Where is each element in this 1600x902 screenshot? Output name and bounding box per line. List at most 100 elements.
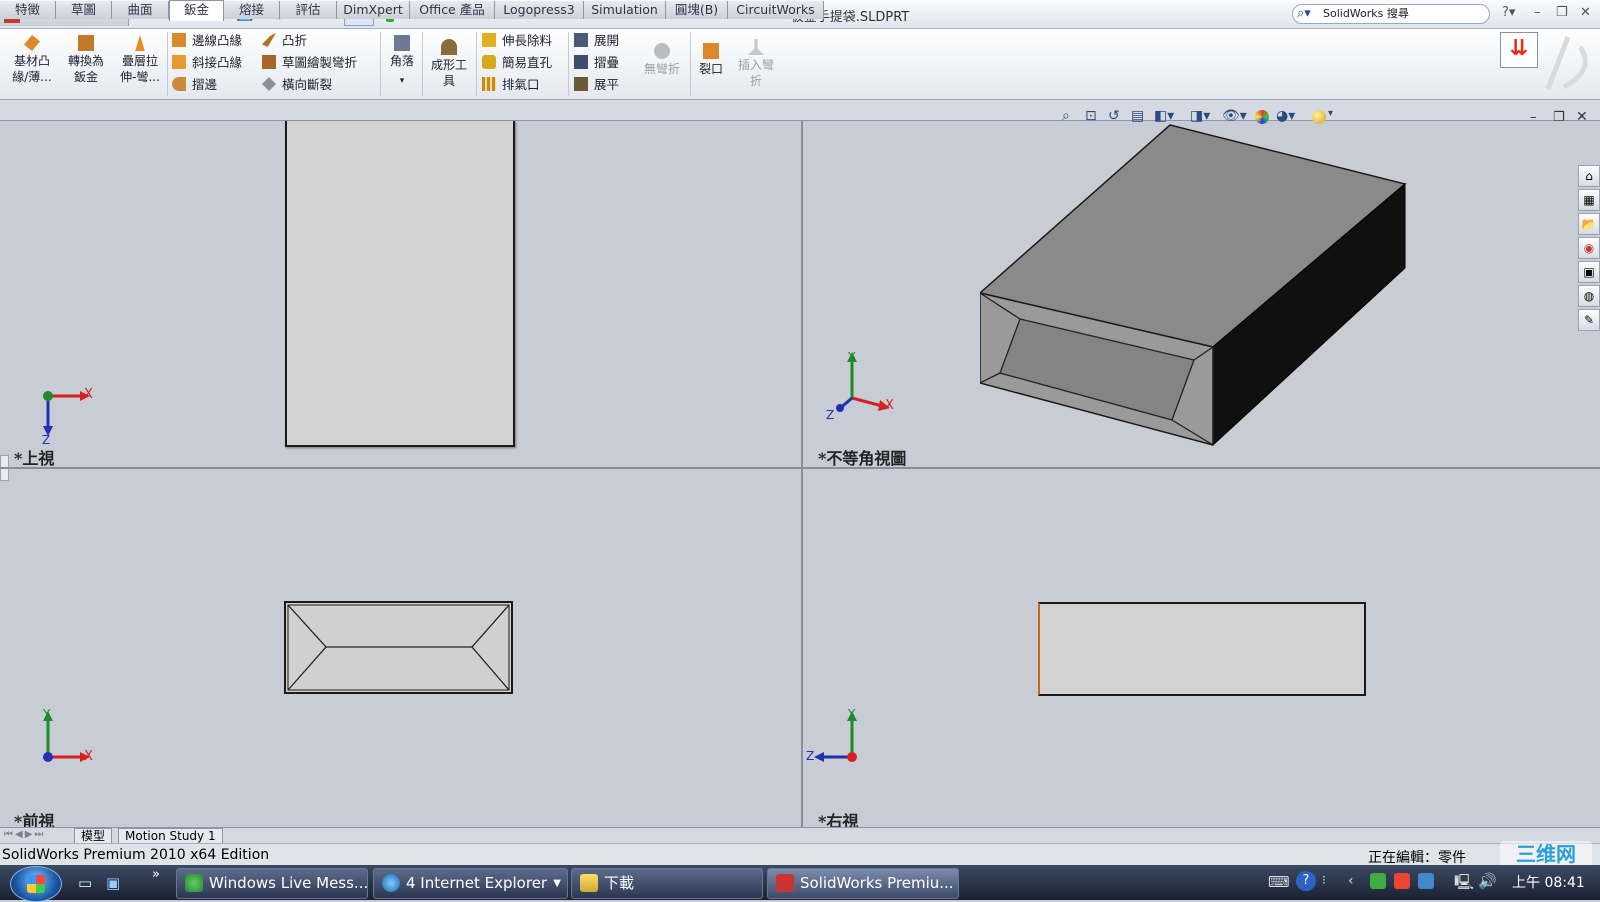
tab-scroll-arrows-icon[interactable]: ⏮◀▶⏭ (4, 829, 45, 840)
rip-button[interactable]: 裂口 (694, 37, 728, 77)
keyboard-icon[interactable]: ⌨ (1268, 873, 1290, 891)
search-results-icon[interactable]: ◉ (1578, 237, 1600, 259)
hem-button[interactable]: 摺邊 (172, 76, 242, 94)
design-library-icon[interactable]: ▦ (1578, 189, 1600, 211)
minimize-app-button[interactable]: – (1534, 5, 1541, 20)
insert-bends-button[interactable]: 插入彎 折 (734, 33, 778, 89)
fold-button[interactable]: 摺疊 (574, 54, 619, 72)
network-icon[interactable]: 🖳 (1454, 872, 1474, 897)
lofted-bend-icon (135, 35, 145, 51)
minimize-doc-button[interactable]: – (1530, 110, 1537, 125)
hem-icon (172, 77, 186, 91)
tab-sheet-metal[interactable]: 鈑金 (169, 0, 224, 21)
taskbar-item-label: SolidWorks Premiu... (800, 874, 954, 892)
flatten-label: 展平 (594, 77, 620, 92)
system-clock[interactable]: 上午 08:41 (1512, 872, 1585, 892)
base-flange-button[interactable]: 基材凸 緣/薄... (6, 29, 58, 85)
triad-z-label: Z (806, 749, 815, 763)
taskbar-item-label: Windows Live Mess... (209, 874, 368, 892)
help-tray-icon[interactable]: ? (1296, 871, 1316, 891)
file-explorer-icon[interactable]: 📂 (1578, 213, 1600, 235)
view-palette-icon[interactable]: ▣ (1578, 261, 1600, 283)
internet-explorer-icon (382, 874, 400, 892)
flatten-icon (574, 77, 588, 91)
restore-app-button[interactable]: ❐ (1556, 5, 1568, 20)
search-icon: ⌕▾ (1297, 6, 1311, 21)
tab-weldments[interactable]: 熔接 (224, 1, 280, 19)
corners-dropdown-icon[interactable]: ▾ (384, 73, 420, 89)
search-input[interactable]: SolidWorks 搜尋 (1323, 5, 1409, 23)
tab-simulation[interactable]: Simulation (584, 1, 666, 19)
status-editing-text: 正在編輯：零件 (1368, 850, 1466, 866)
lofted-bend-button[interactable]: 疊層拉 伸-彎... (114, 29, 166, 85)
extruded-cut-icon (482, 33, 496, 47)
unfold-button[interactable]: 展開 (574, 32, 619, 50)
restore-doc-button[interactable]: ❐ (1553, 110, 1565, 125)
tray-app-icon[interactable] (1418, 873, 1434, 889)
flatten-button[interactable]: 展平 (574, 76, 619, 94)
forming-tool-icon (441, 39, 457, 55)
extruded-cut-label: 伸長除料 (502, 33, 553, 48)
jog-icon (262, 33, 276, 47)
home-icon[interactable]: ⌂ (1578, 165, 1600, 187)
status-bar: SolidWorks Premium 2010 x64 Edition 正在編輯… (0, 841, 1600, 867)
switch-windows-icon[interactable]: ▣ (106, 874, 120, 892)
tab-blocks[interactable]: 圓塊(B) (666, 1, 728, 19)
triad-y-label: Y (848, 707, 856, 721)
start-button[interactable] (10, 866, 62, 902)
taskbar-solidworks[interactable]: SolidWorks Premiu... (767, 868, 959, 899)
cross-break-button[interactable]: 橫向斷裂 (262, 76, 357, 94)
close-app-button[interactable]: ✕ (1580, 5, 1591, 20)
top-view-part[interactable] (285, 121, 515, 447)
triad-z-label: Z (826, 408, 835, 422)
tab-features[interactable]: 特徵 (0, 1, 56, 19)
forming-tool-button[interactable]: 成形工 具 (426, 33, 472, 89)
tab-logopress3[interactable]: Logopress3 (495, 1, 584, 19)
viewport-divider-horizontal[interactable] (0, 467, 1600, 469)
insert-bends-icon (748, 39, 764, 55)
triad-right-view (814, 711, 857, 762)
quick-launch-overflow-icon[interactable]: » (152, 867, 160, 882)
tab-surfaces[interactable]: 曲面 (112, 1, 169, 19)
jog-button[interactable]: 凸折 (262, 32, 357, 50)
expand-panel-button[interactable]: ⇊ (1500, 32, 1538, 68)
tab-office-products[interactable]: Office 產品 (410, 1, 495, 19)
isometric-view-part[interactable] (980, 115, 1420, 455)
edge-flange-button[interactable]: 邊線凸緣 (172, 32, 242, 50)
show-hidden-icons-chevron[interactable]: ‹ (1348, 873, 1354, 889)
fold-icon (574, 55, 588, 69)
taskbar-downloads-folder[interactable]: 下載 (571, 868, 763, 899)
tab-circuitworks[interactable]: CircuitWorks (728, 1, 824, 19)
taskbar-windows-live-messenger[interactable]: Windows Live Mess... (176, 868, 368, 899)
close-doc-button[interactable]: ✕ (1576, 109, 1588, 125)
corners-button[interactable]: 角落 ▾ (384, 29, 420, 89)
simple-hole-button[interactable]: 簡易直孔 (482, 54, 552, 72)
unfold-icon (574, 33, 588, 47)
miter-flange-label: 斜接凸緣 (192, 55, 243, 70)
miter-flange-button[interactable]: 斜接凸緣 (172, 54, 242, 72)
separator (167, 32, 168, 96)
vent-label: 排氣口 (502, 77, 540, 92)
search-box[interactable]: ⌕▾ SolidWorks 搜尋 (1292, 4, 1490, 24)
convert-to-sheet-metal-button[interactable]: 轉換為 鈑金 (60, 29, 112, 85)
custom-properties-icon[interactable]: ✎ (1578, 309, 1600, 331)
no-bends-button[interactable]: 無彎折 (638, 37, 686, 77)
show-desktop-icon[interactable]: ▭ (78, 874, 92, 892)
tab-evaluate[interactable]: 評估 (280, 1, 337, 19)
tray-app-icon[interactable] (1394, 873, 1410, 889)
no-bends-label: 無彎折 (643, 62, 680, 76)
right-view-part[interactable] (1038, 602, 1366, 696)
viewport-divider-vertical[interactable] (801, 121, 803, 827)
extruded-cut-button[interactable]: 伸長除料 (482, 32, 552, 50)
tray-app-icon[interactable] (1370, 873, 1386, 889)
taskbar-internet-explorer[interactable]: 4 Internet Explorer ▼ (373, 868, 568, 899)
tab-sketch[interactable]: 草圖 (56, 1, 112, 19)
help-button[interactable]: ?▾ (1502, 5, 1515, 20)
sketched-bend-button[interactable]: 草圖繪製彎折 (262, 54, 357, 72)
front-view-part[interactable] (284, 601, 514, 695)
volume-icon[interactable]: 🔊 (1478, 872, 1497, 890)
appearances-icon[interactable]: ◍ (1578, 285, 1600, 307)
tab-dimxpert[interactable]: DimXpert (337, 1, 410, 19)
vent-button[interactable]: 排氣口 (482, 76, 552, 94)
tray-options-icon[interactable]: ⁝ (1322, 873, 1326, 887)
